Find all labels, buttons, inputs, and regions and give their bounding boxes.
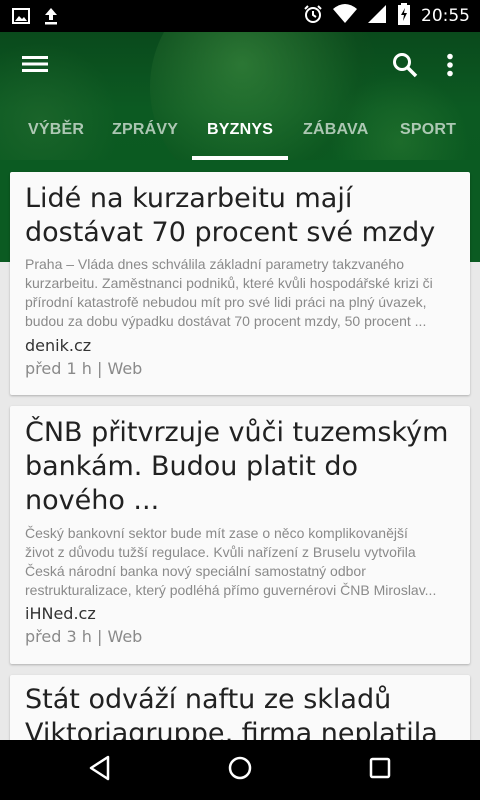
alarm-icon bbox=[303, 4, 323, 28]
battery-charging-icon bbox=[397, 3, 411, 29]
article-meta: před 3 h | Web bbox=[25, 627, 143, 646]
article-title[interactable]: ČNB přitvrzuje vůči tuzemským bankám. Bu… bbox=[25, 416, 448, 518]
tab-sport[interactable]: SPORT bbox=[400, 121, 456, 139]
article-source: denik.cz bbox=[25, 336, 92, 355]
tab-zabava[interactable]: ZÁBAVA bbox=[303, 121, 369, 139]
wifi-icon bbox=[333, 4, 357, 28]
screen: 20:55 VÝBĚR ZPRÁVY BYZNYS ZÁBAVA SPORT L… bbox=[0, 0, 480, 800]
menu-button[interactable] bbox=[14, 50, 56, 82]
status-bar: 20:55 bbox=[0, 0, 480, 32]
hamburger-menu-icon bbox=[21, 53, 49, 79]
recents-square-icon bbox=[368, 756, 392, 784]
article-meta: před 1 h | Web bbox=[25, 359, 143, 378]
back-triangle-icon bbox=[88, 755, 112, 785]
article-card[interactable]: Lidé na kurzarbeitu mají dostávat 70 pro… bbox=[10, 172, 470, 395]
navigation-bar bbox=[0, 740, 480, 800]
tab-zpravy[interactable]: ZPRÁVY bbox=[112, 121, 178, 139]
clock-time: 20:55 bbox=[421, 6, 470, 26]
recents-button[interactable] bbox=[360, 752, 400, 788]
article-source: iHNed.cz bbox=[25, 604, 96, 623]
more-vertical-icon bbox=[446, 53, 454, 81]
tab-byznys[interactable]: BYZNYS bbox=[207, 121, 273, 139]
upload-icon bbox=[42, 6, 60, 30]
signal-icon bbox=[367, 4, 387, 28]
home-button[interactable] bbox=[220, 752, 260, 788]
home-circle-icon bbox=[227, 755, 253, 785]
tab-vyber[interactable]: VÝBĚR bbox=[28, 121, 84, 139]
back-button[interactable] bbox=[80, 752, 120, 788]
article-snippet: Český bankovní sektor bude mít zase o ně… bbox=[25, 525, 437, 598]
more-options-button[interactable] bbox=[436, 48, 464, 86]
search-icon bbox=[392, 52, 418, 82]
article-card[interactable]: ČNB přitvrzuje vůči tuzemským bankám. Bu… bbox=[10, 406, 470, 664]
search-button[interactable] bbox=[386, 48, 424, 86]
article-snippet: Praha – Vláda dnes schválila základní pa… bbox=[25, 256, 433, 329]
article-title[interactable]: Lidé na kurzarbeitu mají dostávat 70 pro… bbox=[25, 182, 435, 250]
active-tab-indicator bbox=[192, 156, 288, 160]
image-icon bbox=[12, 7, 30, 29]
